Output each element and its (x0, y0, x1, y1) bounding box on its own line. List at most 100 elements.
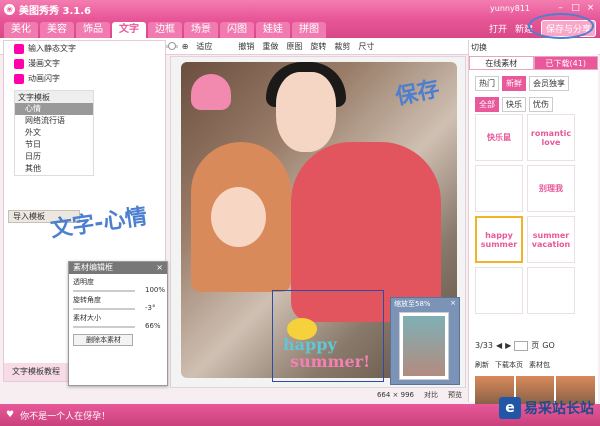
download-page-button[interactable]: 下载本页 (495, 360, 523, 370)
static-text-label: 输入静态文字 (28, 44, 76, 53)
zoom-in-icon[interactable]: ⊕ (182, 42, 189, 51)
delete-material-button[interactable]: 删除本素材 (73, 334, 133, 346)
tree-item-holiday[interactable]: 节日 (15, 139, 93, 151)
tree-item-calendar[interactable]: 日历 (15, 151, 93, 163)
pager: 3/33 ◀ ▶ 页 GO (475, 340, 555, 351)
title-bar: ❀ 美图秀秀 3.1.6 yunny811 – □ × (0, 0, 600, 18)
undo-button[interactable]: 撤销 (238, 41, 254, 52)
app-title: 美图秀秀 3.1.6 (19, 5, 91, 17)
tab-doll[interactable]: 娃娃 (256, 22, 290, 38)
switch-label[interactable]: 切换 (471, 42, 487, 53)
summer-text: summer! (290, 352, 371, 371)
close-icon[interactable]: × (156, 262, 163, 274)
sticker-item[interactable]: 别理我 (527, 165, 575, 212)
girl-face (211, 187, 266, 247)
user-name[interactable]: yunny811 (490, 4, 530, 13)
sticker-item[interactable] (527, 267, 575, 314)
refresh-button[interactable]: 刷新 (475, 360, 489, 370)
template-tree: 文字模板 心情 网络流行语 外文 节日 日历 其他 (14, 90, 94, 176)
material-actions: 刷新 下载本页 素材包 (475, 360, 550, 370)
tab-flash[interactable]: 闪图 (220, 22, 254, 38)
static-text-item[interactable]: 输入静态文字 (4, 41, 165, 56)
filter-happy[interactable]: 快乐 (502, 97, 526, 112)
tab-text[interactable]: 文字 (112, 22, 146, 38)
tab-accessories[interactable]: 饰品 (76, 22, 110, 38)
comic-text-item[interactable]: 漫画文字 (4, 56, 165, 71)
opacity-slider[interactable]: 100% (73, 286, 165, 294)
material-tabs: 在线素材 已下载(41) (469, 56, 598, 70)
comic-text-label: 漫画文字 (28, 59, 60, 68)
filter-sad[interactable]: 忧伤 (529, 97, 553, 112)
opacity-value: 100% (145, 286, 166, 294)
tree-head[interactable]: 文字模板 (15, 91, 93, 103)
material-pack-button[interactable]: 素材包 (529, 360, 550, 370)
tab-vip[interactable]: 会员独享 (529, 76, 569, 91)
thumbnail-image[interactable] (399, 312, 449, 380)
status-bar: 664 × 996 对比 预览 (170, 389, 466, 401)
sticker-item[interactable] (475, 267, 523, 314)
material-editor-title: 素材编辑框 × (69, 262, 167, 274)
sticker-item[interactable]: 快乐鼠 (475, 114, 523, 161)
material-editor: 素材编辑框 × 透明度 100% 旋转角度 -3° 素材大小 66% 删除本素材 (68, 261, 168, 386)
flash-text-item[interactable]: 动画闪字 (4, 71, 165, 86)
tab-online-material[interactable]: 在线素材 (469, 56, 534, 70)
tab-downloaded[interactable]: 已下载(41) (533, 56, 598, 70)
size-button[interactable]: 尺寸 (358, 41, 374, 52)
tab-hot[interactable]: 热门 (475, 76, 499, 91)
page-input[interactable] (514, 340, 529, 351)
tab-scene[interactable]: 场景 (184, 22, 218, 38)
thumbnail-panel: 缩放至58% × (390, 297, 460, 385)
bottom-message[interactable]: 你不是一个人在伢孕！ (20, 409, 110, 422)
close-icon[interactable]: × (450, 299, 456, 309)
preview-button[interactable]: 预览 (448, 390, 462, 400)
save-annotation-circle (528, 13, 594, 39)
watermark: e 易采站长站 (499, 397, 594, 419)
tree-item-foreign[interactable]: 外文 (15, 127, 93, 139)
size-slider[interactable]: 66% (73, 322, 161, 330)
watermark-text: 易采站长站 (524, 401, 594, 417)
rotate-value: -3° (145, 304, 156, 312)
maximize-icon[interactable]: □ (570, 3, 581, 14)
compare-button[interactable]: 对比 (424, 390, 438, 400)
tree-item-mood[interactable]: 心情 (15, 103, 93, 115)
app-logo-icon: ❀ (4, 3, 15, 15)
filter-tabs: 全部 快乐 忧伤 (475, 97, 598, 112)
boy-face (276, 72, 336, 152)
sticker-item[interactable]: summer vacation (527, 216, 575, 263)
open-button[interactable]: 打开 (489, 22, 507, 35)
tab-fresh[interactable]: 新鲜 (502, 76, 526, 91)
prev-icon[interactable]: ◀ (496, 341, 502, 350)
message-icon: ♥ (6, 410, 15, 420)
size-value: 66% (145, 322, 161, 330)
category-tabs: 热门 新鲜 会员独享 (475, 76, 598, 91)
tree-item-slang[interactable]: 网络流行语 (15, 115, 93, 127)
rotate-button[interactable]: 旋转 (310, 41, 326, 52)
page-indicator: 3/33 (475, 341, 493, 350)
go-button[interactable]: GO (542, 341, 555, 350)
sticker-item[interactable] (475, 165, 523, 212)
sticker-item[interactable]: romantic love (527, 114, 575, 161)
thumbnail-inner (403, 316, 445, 376)
crop-button[interactable]: 裁剪 (334, 41, 350, 52)
redo-button[interactable]: 重做 (262, 41, 278, 52)
close-icon[interactable]: × (585, 3, 596, 14)
image-dimensions: 664 × 996 (376, 391, 414, 399)
tree-item-other[interactable]: 其他 (15, 163, 93, 175)
filter-all[interactable]: 全部 (475, 97, 499, 112)
tab-frame[interactable]: 边框 (148, 22, 182, 38)
sticker-item[interactable]: happy summer (475, 216, 523, 263)
tab-beauty[interactable]: 美容 (40, 22, 74, 38)
watermark-logo-icon: e (499, 397, 521, 419)
tab-beautify[interactable]: 美化 (4, 22, 38, 38)
heart-sticker[interactable] (191, 74, 231, 110)
thumbnail-title: 缩放至58% × (394, 299, 456, 309)
rotate-slider[interactable]: -3° (73, 304, 155, 312)
text-icon (14, 43, 24, 54)
right-panel: 切换 在线素材 已下载(41) 热门 新鲜 会员独享 全部 快乐 忧伤 快乐鼠 … (468, 40, 598, 420)
fit-button[interactable]: 适应 (196, 41, 212, 52)
tab-collage[interactable]: 拼图 (292, 22, 326, 38)
flash-icon (14, 73, 24, 84)
original-button[interactable]: 原图 (286, 41, 302, 52)
zoom-knob[interactable] (167, 41, 176, 50)
next-icon[interactable]: ▶ (505, 341, 511, 350)
